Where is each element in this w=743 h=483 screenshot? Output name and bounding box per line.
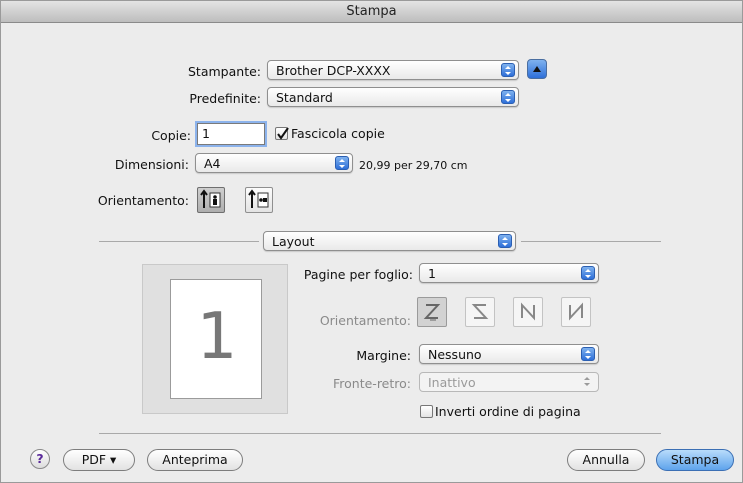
copies-label: Copie:	[151, 128, 191, 143]
landscape-icon	[248, 189, 269, 208]
pages-per-sheet-value: 1	[428, 266, 436, 281]
disclosure-button[interactable]	[527, 59, 547, 79]
reverse-order-label: Inverti ordine di pagina	[435, 404, 581, 419]
popup-arrows-icon	[335, 156, 349, 170]
paper-size-label: Dimensioni:	[114, 157, 189, 172]
printer-label: Stampante:	[188, 64, 261, 79]
border-value: Nessuno	[428, 347, 482, 362]
layout-reverse-n-icon	[569, 302, 583, 321]
printer-value: Brother DCP-XXXX	[276, 63, 391, 78]
layout-z-icon	[423, 304, 441, 321]
print-dialog: Stampa Stampante: Brother DCP-XXXX Prede…	[0, 0, 743, 483]
layout-direction-z-button[interactable]	[417, 297, 447, 327]
orientation-landscape-button[interactable]	[245, 187, 273, 213]
layout-direction-label: Orientamento:	[319, 313, 411, 328]
popup-arrows-icon	[498, 234, 512, 248]
preview-page-number: 1	[196, 300, 238, 374]
orientation-portrait-button[interactable]	[197, 187, 225, 213]
presets-label: Predefinite:	[189, 91, 261, 106]
layout-direction-reverse-n-button[interactable]	[561, 297, 591, 327]
separator-right	[521, 241, 661, 242]
section-value: Layout	[272, 234, 315, 249]
two-sided-label: Fronte-retro:	[333, 376, 411, 391]
help-button[interactable]: ?	[30, 449, 50, 469]
preview-button[interactable]: Anteprima	[147, 449, 243, 471]
layout-direction-n-button[interactable]	[513, 297, 543, 327]
two-sided-value: Inattivo	[428, 375, 476, 390]
popup-arrows-icon	[501, 63, 515, 77]
copies-value: 1	[202, 126, 210, 141]
presets-value: Standard	[276, 90, 333, 105]
section-popup[interactable]: Layout	[263, 231, 516, 251]
popup-arrows-icon	[581, 375, 595, 389]
layout-s-icon	[471, 304, 489, 319]
copies-field[interactable]: 1	[197, 123, 265, 145]
reverse-order-checkbox[interactable]	[420, 405, 433, 418]
checkmark-icon	[277, 127, 289, 140]
cancel-button[interactable]: Annulla	[567, 449, 645, 471]
separator-left	[99, 241, 259, 242]
triangle-up-icon	[533, 66, 541, 72]
paper-size-value: A4	[204, 156, 221, 171]
print-button[interactable]: Stampa	[656, 449, 734, 471]
pages-per-sheet-label: Pagine per foglio:	[303, 267, 413, 282]
layout-n-icon	[521, 302, 535, 321]
presets-popup[interactable]: Standard	[267, 87, 519, 107]
window-title: Stampa	[1, 1, 742, 23]
portrait-icon	[200, 189, 221, 208]
two-sided-popup[interactable]: Inattivo	[419, 372, 599, 392]
paper-size-popup[interactable]: A4	[195, 153, 353, 173]
bottom-separator	[99, 433, 661, 434]
pages-per-sheet-popup[interactable]: 1	[419, 263, 599, 283]
page-preview: 1	[170, 279, 262, 399]
printer-popup[interactable]: Brother DCP-XXXX	[267, 60, 519, 80]
popup-arrows-icon	[581, 347, 595, 361]
collate-label: Fascicola copie	[291, 126, 385, 141]
collate-checkbox[interactable]	[275, 127, 289, 140]
orientation-label: Orientamento:	[97, 193, 189, 208]
popup-arrows-icon	[501, 90, 515, 104]
border-label: Margine:	[356, 348, 411, 363]
paper-dimensions: 20,99 per 29,70 cm	[359, 159, 468, 172]
border-popup[interactable]: Nessuno	[419, 344, 599, 364]
layout-direction-s-button[interactable]	[465, 297, 495, 327]
popup-arrows-icon	[581, 266, 595, 280]
pdf-button[interactable]: PDF ▾	[63, 449, 135, 471]
